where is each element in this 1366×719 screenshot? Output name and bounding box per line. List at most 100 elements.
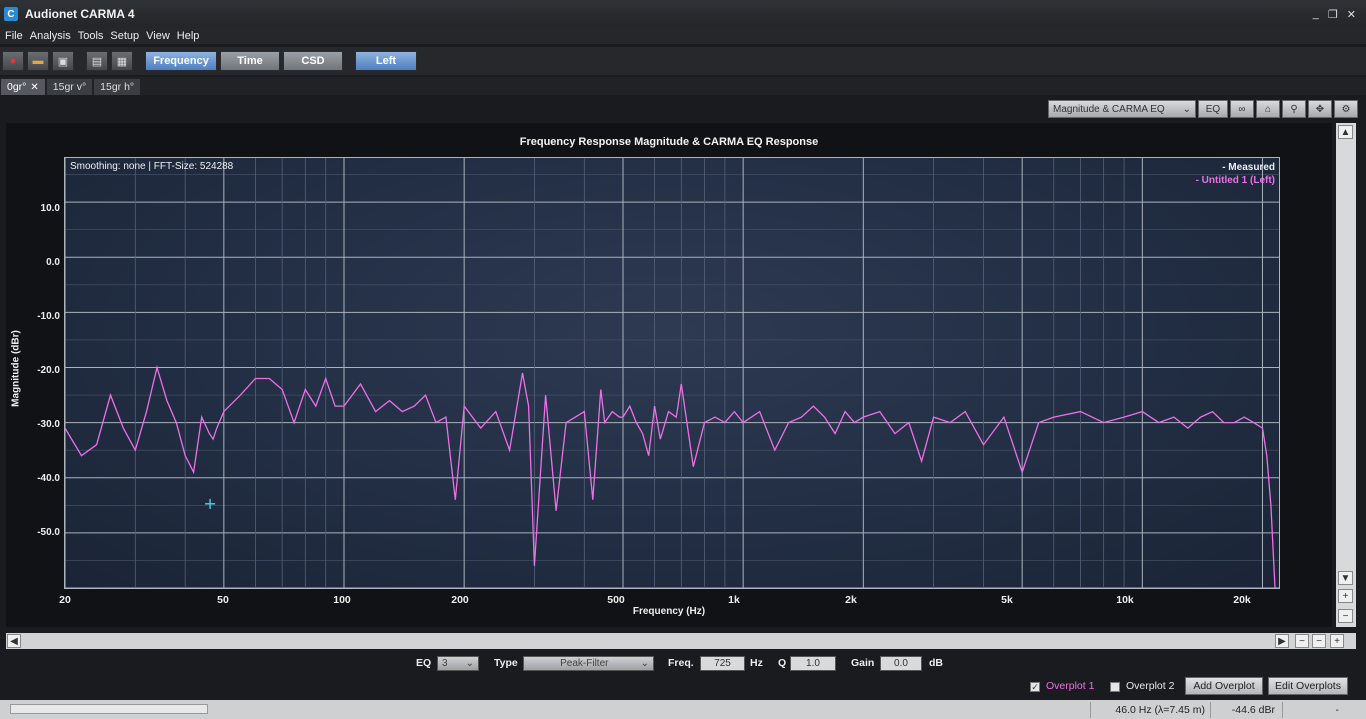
export-icon[interactable]: ▤ bbox=[86, 51, 108, 71]
chevron-down-icon: ⌄ bbox=[640, 657, 649, 669]
type-label: Type bbox=[494, 657, 518, 669]
zoom-in-x-icon[interactable]: + bbox=[1330, 634, 1344, 648]
add-overplot-button[interactable]: Add Overplot bbox=[1185, 677, 1263, 695]
q-input[interactable]: 1.0 bbox=[790, 655, 836, 671]
close-window-button[interactable]: ✕ bbox=[1347, 8, 1356, 21]
scroll-down-icon[interactable]: ▼ bbox=[1338, 571, 1353, 585]
frequency-view-button[interactable]: Frequency bbox=[145, 51, 217, 71]
x-tick-label: 5k bbox=[1001, 594, 1013, 606]
overplot2-checkbox[interactable] bbox=[1110, 682, 1120, 692]
pan-icon[interactable]: ✥ bbox=[1308, 100, 1332, 118]
eq-button[interactable]: EQ bbox=[1198, 100, 1228, 118]
tab-15gr-h[interactable]: 15gr h° bbox=[94, 79, 141, 95]
x-axis-title: Frequency (Hz) bbox=[632, 606, 706, 617]
y-axis-title: Magnitude (dBr) bbox=[10, 330, 22, 407]
menu-tools[interactable]: Tools bbox=[76, 30, 109, 42]
q-label: Q bbox=[778, 657, 787, 669]
save-icon[interactable]: ▣ bbox=[52, 51, 74, 71]
overplot-bar: ✓ Overplot 1 Overplot 2 Add Overplot Edi… bbox=[0, 677, 1366, 697]
tab-label: 15gr h° bbox=[100, 81, 135, 93]
minimize-button[interactable]: _ bbox=[1313, 8, 1319, 21]
smoothing-info: Smoothing: none | FFT-Size: 524288 bbox=[70, 161, 234, 172]
window-controls: _ ❐ ✕ bbox=[1313, 8, 1356, 21]
y-tick-label: -20.0 bbox=[37, 365, 60, 376]
menu-analysis[interactable]: Analysis bbox=[28, 30, 76, 42]
left-channel-button[interactable]: Left bbox=[355, 51, 417, 71]
menu-setup[interactable]: Setup bbox=[108, 30, 144, 42]
csd-view-button[interactable]: CSD bbox=[283, 51, 343, 71]
zoom-x-icon[interactable]: − bbox=[1312, 634, 1326, 648]
eq-controls-bar: EQ 3 ⌄ Type Peak-Filter ⌄ Freq. 725 Hz Q… bbox=[0, 654, 1366, 672]
edit-overplots-button[interactable]: Edit Overplots bbox=[1268, 677, 1348, 695]
y-tick-label: -10.0 bbox=[37, 311, 60, 322]
settings-icon[interactable]: ⚙ bbox=[1334, 100, 1358, 118]
x-tick-label: 50 bbox=[217, 594, 229, 606]
folder-icon[interactable]: ▬ bbox=[27, 51, 49, 71]
graph-toolbar: Magnitude & CARMA EQ ⌄ EQ ∞ ⌂ ⚲ ✥ ⚙ bbox=[1048, 100, 1358, 118]
y-tick-label: -40.0 bbox=[37, 473, 60, 484]
cursor-marker: + bbox=[203, 494, 216, 513]
x-tick-label: 20 bbox=[59, 594, 71, 606]
view-mode-select[interactable]: Magnitude & CARMA EQ ⌄ bbox=[1048, 100, 1196, 118]
legend-measured: - Measured bbox=[1222, 162, 1275, 173]
zoom-icon[interactable]: ⚲ bbox=[1282, 100, 1306, 118]
gain-unit: dB bbox=[929, 657, 943, 669]
x-tick-label: 20k bbox=[1233, 594, 1251, 606]
filter-type-value: Peak-Filter bbox=[560, 657, 609, 669]
zoom-out-y-icon[interactable]: − bbox=[1338, 609, 1353, 623]
plot-area[interactable]: + Smoothing: none | FFT-Size: 524288 - M… bbox=[64, 157, 1280, 589]
tab-label: 0gr° bbox=[7, 81, 27, 93]
window-title: Audionet CARMA 4 bbox=[25, 7, 135, 21]
x-tick-label: 10k bbox=[1116, 594, 1134, 606]
gain-label: Gain bbox=[851, 657, 875, 669]
overplot2-label: Overplot 2 bbox=[1126, 680, 1175, 692]
x-tick-label: 2k bbox=[845, 594, 857, 606]
restore-button[interactable]: ❐ bbox=[1328, 8, 1338, 21]
time-view-button[interactable]: Time bbox=[220, 51, 280, 71]
eq-band-value: 3 bbox=[442, 657, 448, 669]
cursor-frequency: 46.0 Hz (λ=7.45 m) bbox=[1090, 702, 1210, 718]
freq-unit: Hz bbox=[750, 657, 763, 669]
status-extra: - bbox=[1282, 702, 1344, 718]
tab-label: 15gr v° bbox=[52, 81, 87, 93]
cursor-magnitude: -44.6 dBr bbox=[1210, 702, 1280, 718]
home-icon[interactable]: ⌂ bbox=[1256, 100, 1280, 118]
zoom-out-x-icon[interactable]: − bbox=[1295, 634, 1309, 648]
view-mode-value: Magnitude & CARMA EQ bbox=[1053, 103, 1165, 115]
link-icon[interactable]: ∞ bbox=[1230, 100, 1254, 118]
chart-title: Frequency Response Magnitude & CARMA EQ … bbox=[519, 136, 819, 148]
eq-label: EQ bbox=[416, 657, 432, 669]
record-icon[interactable]: ● bbox=[2, 51, 24, 71]
horizontal-scrollbar[interactable]: ◀ ▶ − − + bbox=[6, 633, 1356, 649]
menu-view[interactable]: View bbox=[144, 30, 175, 42]
print-icon[interactable]: ▦ bbox=[111, 51, 133, 71]
status-bar: 46.0 Hz (λ=7.45 m) -44.6 dBr - bbox=[0, 700, 1366, 719]
y-tick-label: -50.0 bbox=[37, 527, 60, 538]
scroll-right-icon[interactable]: ▶ bbox=[1275, 634, 1289, 648]
filter-type-select[interactable]: Peak-Filter ⌄ bbox=[523, 655, 654, 671]
menu-help[interactable]: Help bbox=[175, 30, 205, 42]
chart-legend: - Measured - Untitled 1 (Left) bbox=[1196, 161, 1275, 187]
chevron-down-icon: ⌄ bbox=[465, 657, 474, 669]
tab-15gr-v[interactable]: 15gr v° bbox=[46, 79, 93, 95]
scroll-left-icon[interactable]: ◀ bbox=[7, 634, 21, 648]
x-tick-label: 1k bbox=[728, 594, 740, 606]
vertical-scrollbar[interactable]: ▲ ▼ + − bbox=[1336, 123, 1356, 627]
zoom-in-y-icon[interactable]: + bbox=[1338, 589, 1353, 603]
freq-input[interactable]: 725 bbox=[700, 655, 745, 671]
app-icon: C bbox=[4, 7, 18, 21]
tab-0gr[interactable]: 0gr° ✕ bbox=[1, 79, 45, 95]
y-tick-label: 10.0 bbox=[40, 203, 60, 214]
gain-input[interactable]: 0.0 bbox=[880, 655, 922, 671]
close-icon[interactable]: ✕ bbox=[30, 82, 38, 93]
menu-bar: File Analysis Tools Setup View Help bbox=[0, 28, 1366, 44]
menu-file[interactable]: File bbox=[3, 30, 28, 42]
title-bar: C Audionet CARMA 4 _ ❐ ✕ bbox=[0, 0, 1366, 28]
scroll-up-icon[interactable]: ▲ bbox=[1338, 125, 1353, 139]
progress-bar bbox=[10, 704, 208, 714]
legend-untitled-1: - Untitled 1 (Left) bbox=[1195, 175, 1275, 186]
x-tick-label: 100 bbox=[333, 594, 351, 606]
eq-band-select[interactable]: 3 ⌄ bbox=[437, 655, 479, 671]
main-toolbar: ● ▬ ▣ ▤ ▦ Frequency Time CSD Left bbox=[0, 47, 1366, 75]
overplot1-checkbox[interactable]: ✓ bbox=[1030, 682, 1040, 692]
